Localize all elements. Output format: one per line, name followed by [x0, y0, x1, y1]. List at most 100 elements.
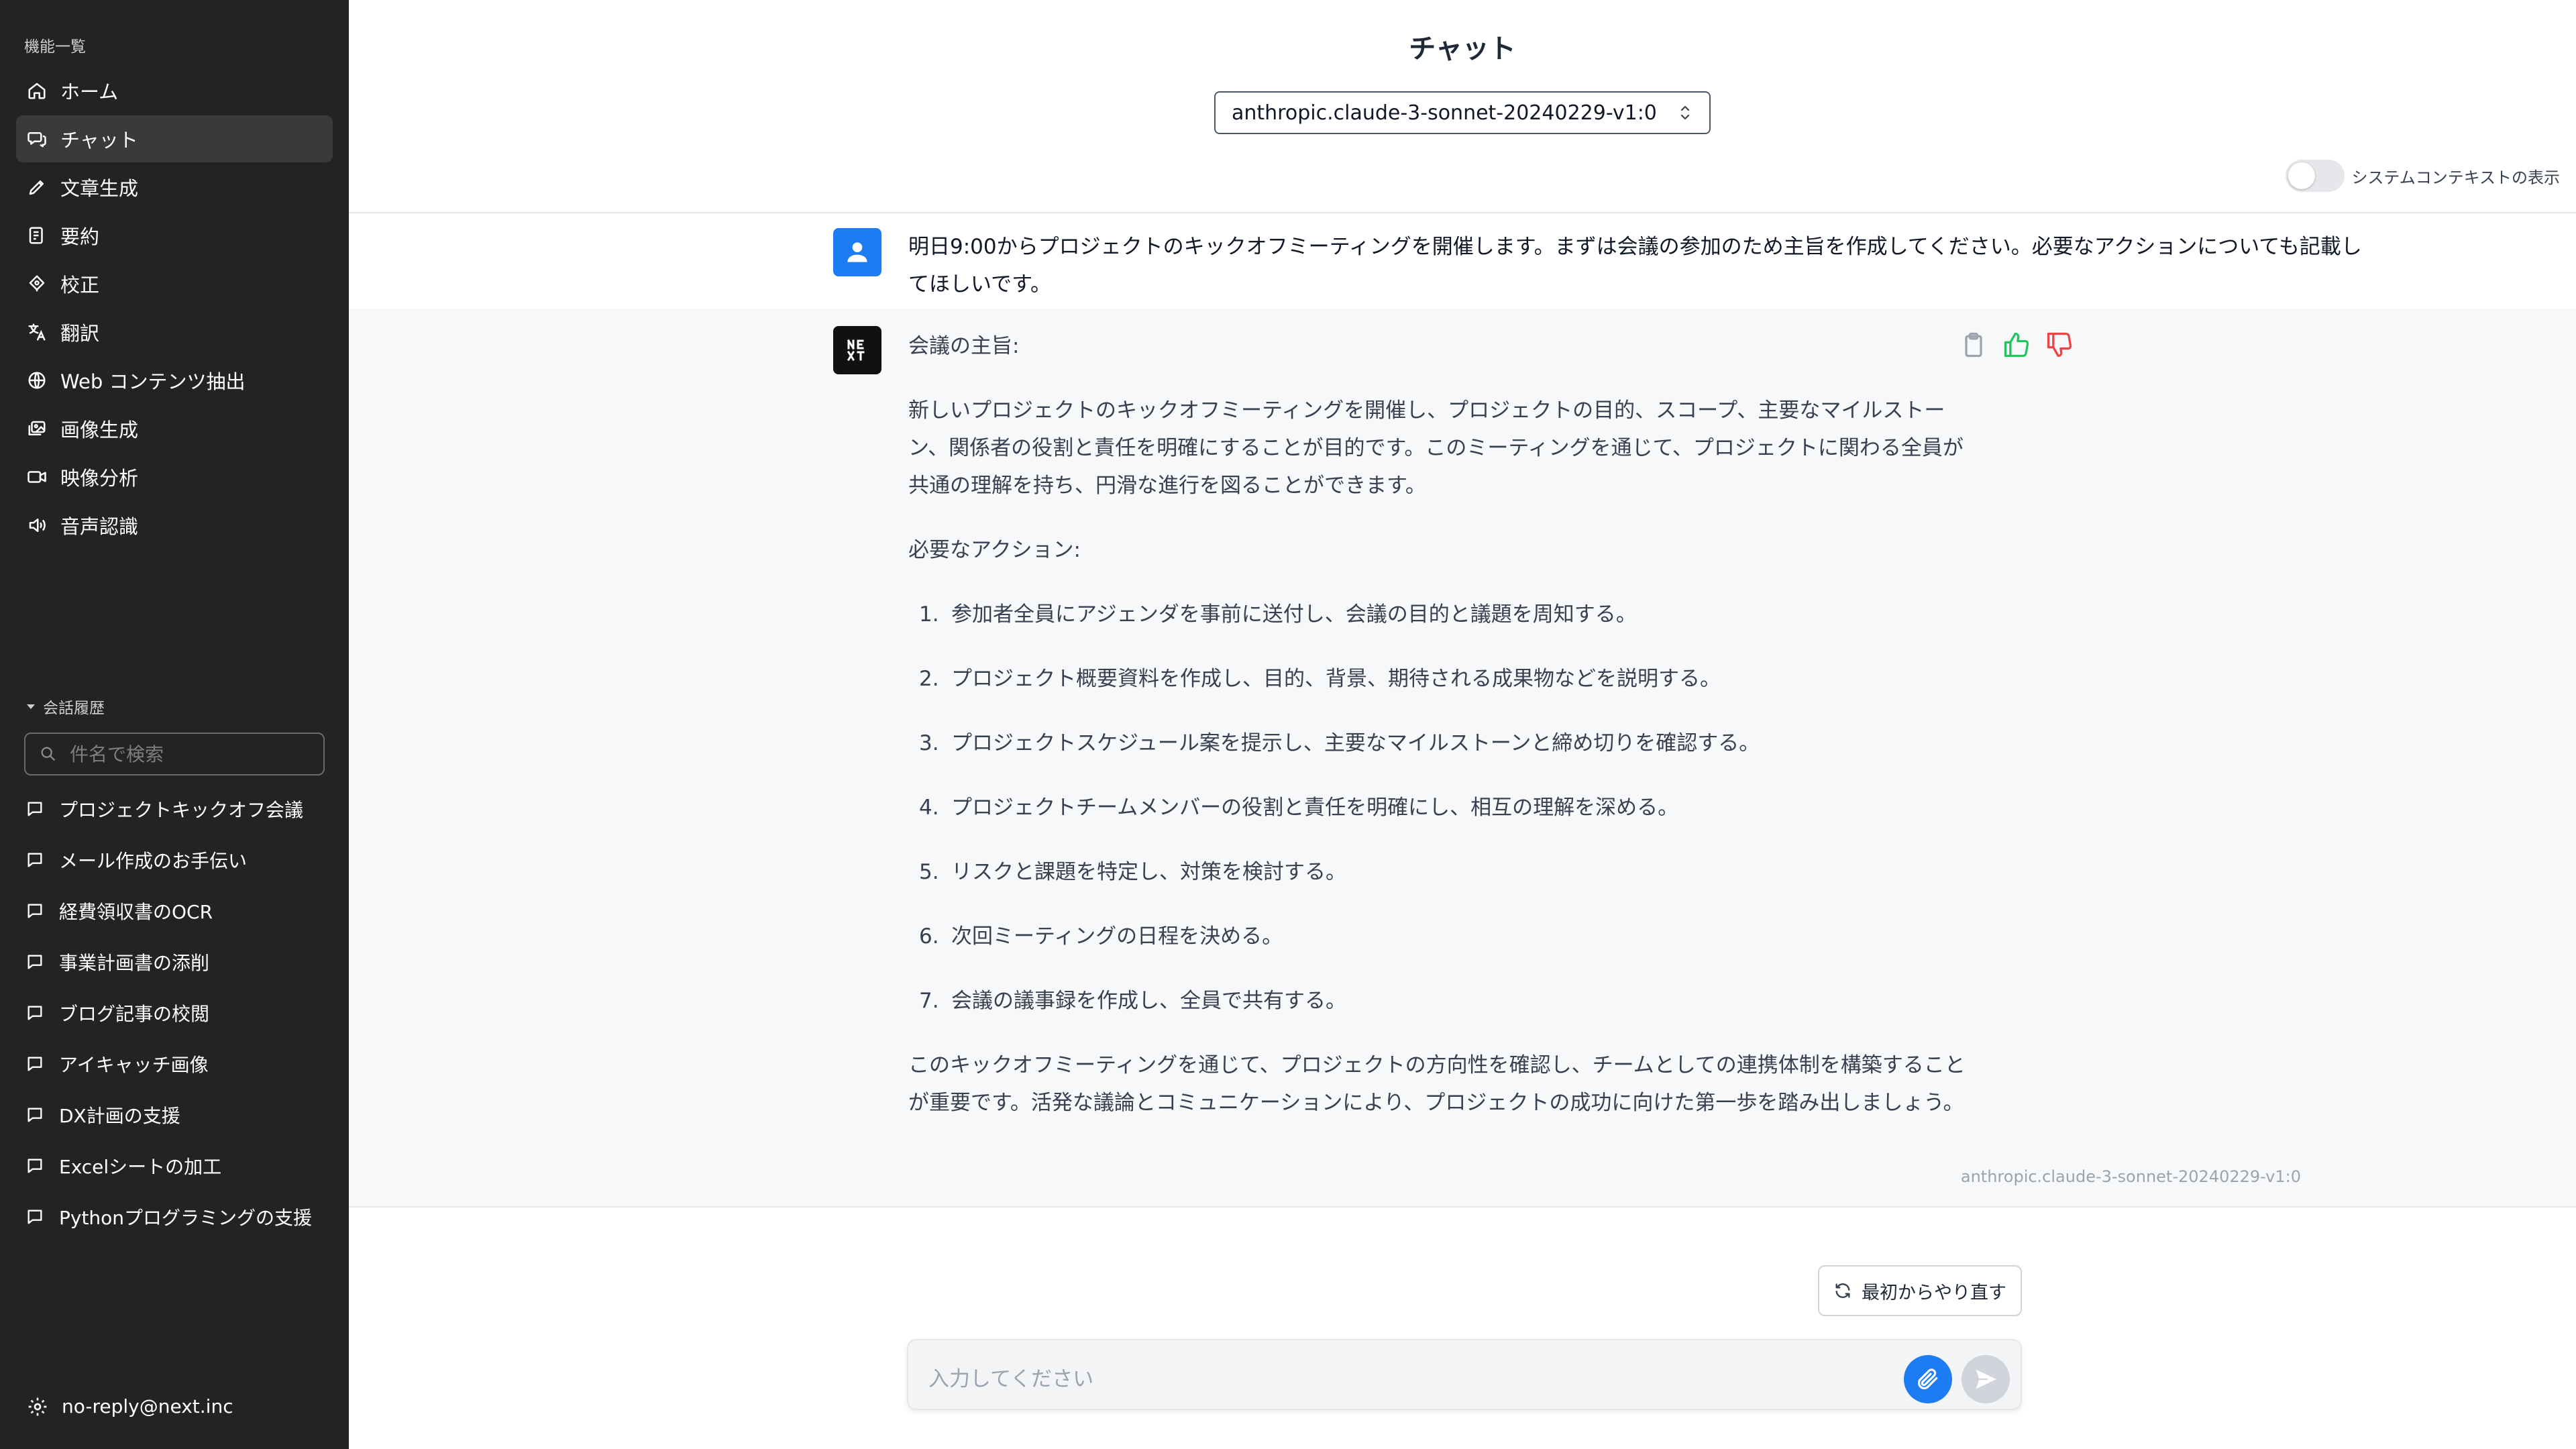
closing-paragraph: このキックオフミーティングを通じて、プロジェクトの方向性を確認し、チームとしての… — [908, 1053, 1966, 1115]
chat-icon — [27, 129, 47, 149]
divider — [349, 1206, 2576, 1208]
attach-file-button[interactable] — [1904, 1355, 1952, 1403]
history-search[interactable] — [24, 733, 325, 775]
user-icon — [847, 242, 867, 262]
sidebar-item-label: ホーム — [60, 80, 119, 103]
send-icon — [1976, 1369, 1996, 1389]
reset-conversation-button[interactable]: 最初からやり直す — [1818, 1265, 2022, 1316]
globe-icon — [27, 370, 47, 390]
history-item-label: ブログ記事の校閲 — [59, 1003, 210, 1025]
user-email: no-reply@next.inc — [62, 1395, 233, 1417]
chat-bubble-icon — [25, 1055, 44, 1073]
chat-bubble-icon — [25, 1208, 44, 1226]
assistant-avatar — [833, 326, 881, 374]
model-select[interactable]: anthropic.claude-3-sonnet-20240229-v1:0 — [1214, 91, 1711, 134]
chat-bubble-icon — [25, 902, 44, 920]
chat-input[interactable] — [928, 1362, 1868, 1391]
summary-icon — [27, 225, 47, 246]
paperclip-icon — [1917, 1368, 1938, 1390]
sidebar-section-title: 機能一覧 — [24, 38, 86, 56]
video-icon — [27, 467, 47, 487]
action-item: 7. 会議の議事録を作成し、全員で共有する。 — [919, 989, 1346, 1013]
history-item[interactable]: 経費領収書のOCR — [25, 891, 334, 931]
refresh-icon — [1833, 1281, 1852, 1300]
system-context-toggle-row: システムコンテキストの表示 — [2286, 160, 2560, 192]
history-item[interactable]: 事業計画書の添削 — [25, 942, 334, 982]
sidebar-item-chat[interactable]: チャット — [16, 115, 333, 162]
sidebar-item-web-extract[interactable]: Web コンテンツ抽出 — [16, 357, 333, 404]
response-model-tag: anthropic.claude-3-sonnet-20240229-v1:0 — [1960, 1167, 2301, 1186]
assistant-message-body: 会議の主旨: 新しいプロジェクトのキックオフミーティングを開催し、プロジェクトの… — [908, 327, 1975, 1148]
sidebar-item-translate[interactable]: 翻訳 — [16, 309, 333, 356]
history-item-label: 事業計画書の添削 — [59, 952, 210, 974]
assistant-message: 会議の主旨: 新しいプロジェクトのキックオフミーティングを開催し、プロジェクトの… — [349, 309, 2576, 1206]
action-item: 1. 参加者全員にアジェンダを事前に送付し、会議の目的と議題を周知する。 — [919, 602, 1637, 627]
send-button[interactable] — [1962, 1355, 2010, 1403]
sidebar: 機能一覧 ホーム チャット 文章生成 要約 校正 翻訳 Web コンテンツ抽出 … — [0, 0, 349, 1449]
thumbs-down-icon[interactable] — [2045, 330, 2074, 360]
purpose-heading: 会議の主旨: — [908, 334, 1020, 358]
page-title: チャット — [1409, 34, 1516, 64]
user-settings[interactable]: no-reply@next.inc — [27, 1395, 233, 1417]
sidebar-item-label: 音声認識 — [60, 515, 139, 538]
home-icon — [27, 80, 47, 101]
proofread-icon — [27, 274, 47, 294]
sidebar-item-label: 画像生成 — [60, 419, 139, 441]
action-item: 5. リスクと課題を特定し、対策を検討する。 — [919, 860, 1346, 884]
history-item[interactable]: Excelシートの加工 — [25, 1146, 334, 1186]
history-item-label: アイキャッチ画像 — [59, 1054, 209, 1076]
thumbs-up-icon[interactable] — [2002, 330, 2031, 360]
action-item: 4. プロジェクトチームメンバーの役割と責任を明確にし、相互の理解を深める。 — [919, 796, 1679, 820]
caret-down-icon — [24, 700, 38, 713]
model-select-value: anthropic.claude-3-sonnet-20240229-v1:0 — [1232, 101, 1657, 125]
history-item-label: DX計画の支援 — [59, 1105, 180, 1127]
history-item-label: プロジェクトキックオフ会議 — [59, 799, 304, 821]
user-message-text: 明日9:00からプロジェクトのキックオフミーティングを開催します。まずは会議の参… — [908, 235, 2362, 297]
speaker-icon — [27, 515, 47, 535]
reset-conversation-label: 最初からやり直す — [1862, 1282, 2006, 1303]
history-item[interactable]: Pythonプログラミングの支援 — [25, 1197, 334, 1237]
sidebar-item-label: チャット — [60, 129, 138, 152]
image-icon — [27, 419, 47, 439]
sidebar-item-text-generation[interactable]: 文章生成 — [16, 164, 333, 211]
history-item-label: 経費領収書のOCR — [59, 901, 213, 923]
search-icon — [39, 745, 58, 763]
history-item[interactable]: メール作成のお手伝い — [25, 840, 334, 880]
sidebar-item-label: 要約 — [60, 225, 100, 248]
user-message: 明日9:00からプロジェクトのキックオフミーティングを開催します。まずは会議の参… — [349, 213, 2576, 309]
sidebar-item-label: Web コンテンツ抽出 — [60, 370, 246, 393]
chat-bubble-icon — [25, 851, 44, 869]
actions-heading: 必要なアクション: — [908, 538, 1081, 562]
history-item-label: メール作成のお手伝い — [59, 850, 248, 872]
history-section-toggle[interactable]: 会話履歴 — [24, 695, 105, 718]
sidebar-item-summary[interactable]: 要約 — [16, 212, 333, 259]
system-context-toggle[interactable] — [2286, 160, 2345, 192]
chat-bubble-icon — [25, 1106, 44, 1124]
chevron-updown-icon — [1677, 103, 1693, 123]
system-context-label: システムコンテキストの表示 — [2351, 168, 2560, 187]
sidebar-item-image-generation[interactable]: 画像生成 — [16, 405, 333, 452]
history-item-label: Excelシートの加工 — [59, 1156, 222, 1178]
sidebar-item-label: 校正 — [60, 274, 100, 297]
chat-bubble-icon — [25, 1157, 44, 1175]
history-search-input[interactable] — [70, 743, 323, 765]
chat-bubble-icon — [25, 800, 44, 818]
history-item[interactable]: DX計画の支援 — [25, 1095, 334, 1135]
action-item: 3. プロジェクトスケジュール案を提示し、主要なマイルストーンと締め切りを確認する… — [919, 731, 1760, 755]
action-item: 2. プロジェクト概要資料を作成し、目的、背景、期待される成果物などを説明する。 — [919, 667, 1721, 691]
sidebar-item-proofread[interactable]: 校正 — [16, 260, 333, 307]
purpose-paragraph: 新しいプロジェクトのキックオフミーティングを開催し、プロジェクトの目的、スコープ… — [908, 398, 1964, 498]
sidebar-item-speech-recognition[interactable]: 音声認識 — [16, 502, 333, 549]
translate-icon — [27, 322, 47, 342]
pencil-icon — [27, 177, 47, 197]
sidebar-item-home[interactable]: ホーム — [16, 67, 333, 114]
action-item: 6. 次回ミーティングの日程を決める。 — [919, 924, 1283, 949]
history-item[interactable]: ブログ記事の校閲 — [25, 993, 334, 1033]
history-item-label: Pythonプログラミングの支援 — [59, 1207, 313, 1229]
message-actions — [1959, 330, 2074, 360]
history-item[interactable]: アイキャッチ画像 — [25, 1044, 334, 1084]
chat-input-box — [907, 1339, 2022, 1410]
sidebar-item-video-analysis[interactable]: 映像分析 — [16, 453, 333, 500]
history-item[interactable]: プロジェクトキックオフ会議 — [25, 789, 334, 829]
gear-icon — [27, 1396, 48, 1417]
